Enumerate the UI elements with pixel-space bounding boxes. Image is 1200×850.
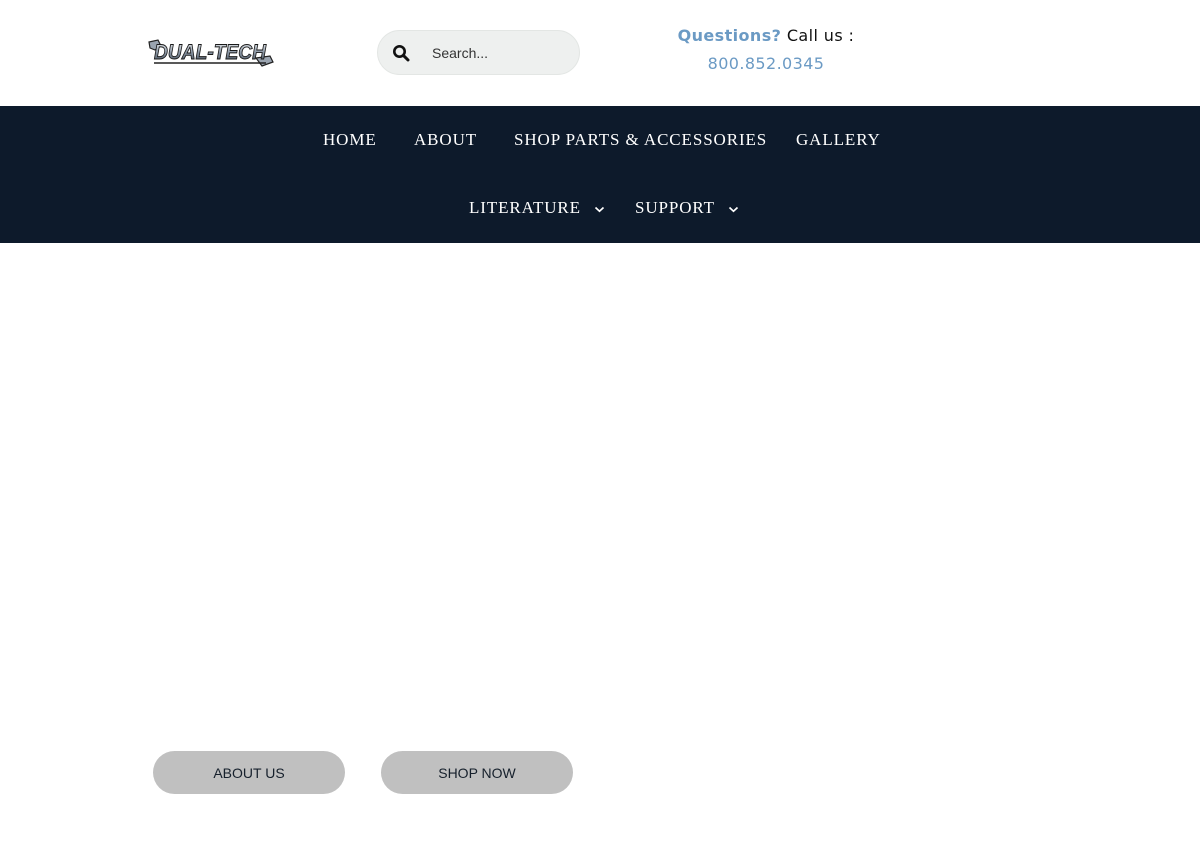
main-navigation: HOME ABOUT SHOP PARTS & ACCESSORIES GALL… — [0, 106, 1200, 243]
search-input[interactable] — [432, 43, 570, 63]
site-header: DUAL-TECH Questions? Call us : 800.852.0… — [0, 0, 1200, 106]
phone-link[interactable]: 800.852.0345 — [660, 54, 872, 73]
nav-item-shop-parts[interactable]: SHOP PARTS & ACCESSORIES — [514, 130, 767, 150]
nav-item-support[interactable]: SUPPORT — [635, 198, 739, 218]
nav-item-gallery[interactable]: GALLERY — [796, 130, 881, 150]
dual-tech-logo[interactable]: DUAL-TECH — [146, 36, 276, 70]
logo-graphic: DUAL-TECH — [148, 39, 274, 67]
questions-label: Questions? — [677, 26, 782, 45]
nav-item-home[interactable]: HOME — [323, 130, 377, 150]
shop-now-button[interactable]: SHOP NOW — [381, 751, 573, 794]
chevron-down-icon — [728, 206, 738, 212]
search-icon[interactable] — [392, 44, 410, 62]
nav-item-about[interactable]: ABOUT — [414, 130, 477, 150]
search-bar[interactable] — [377, 30, 580, 75]
nav-item-support-label: SUPPORT — [635, 198, 715, 217]
contact-info: Questions? Call us : 800.852.0345 — [660, 26, 872, 73]
nav-item-literature[interactable]: LITERATURE — [469, 198, 605, 218]
about-us-button[interactable]: ABOUT US — [153, 751, 345, 794]
svg-text:DUAL-TECH: DUAL-TECH — [154, 41, 267, 64]
chevron-down-icon — [595, 206, 605, 212]
call-us-label: Call us : — [786, 26, 855, 45]
nav-item-literature-label: LITERATURE — [469, 198, 581, 217]
